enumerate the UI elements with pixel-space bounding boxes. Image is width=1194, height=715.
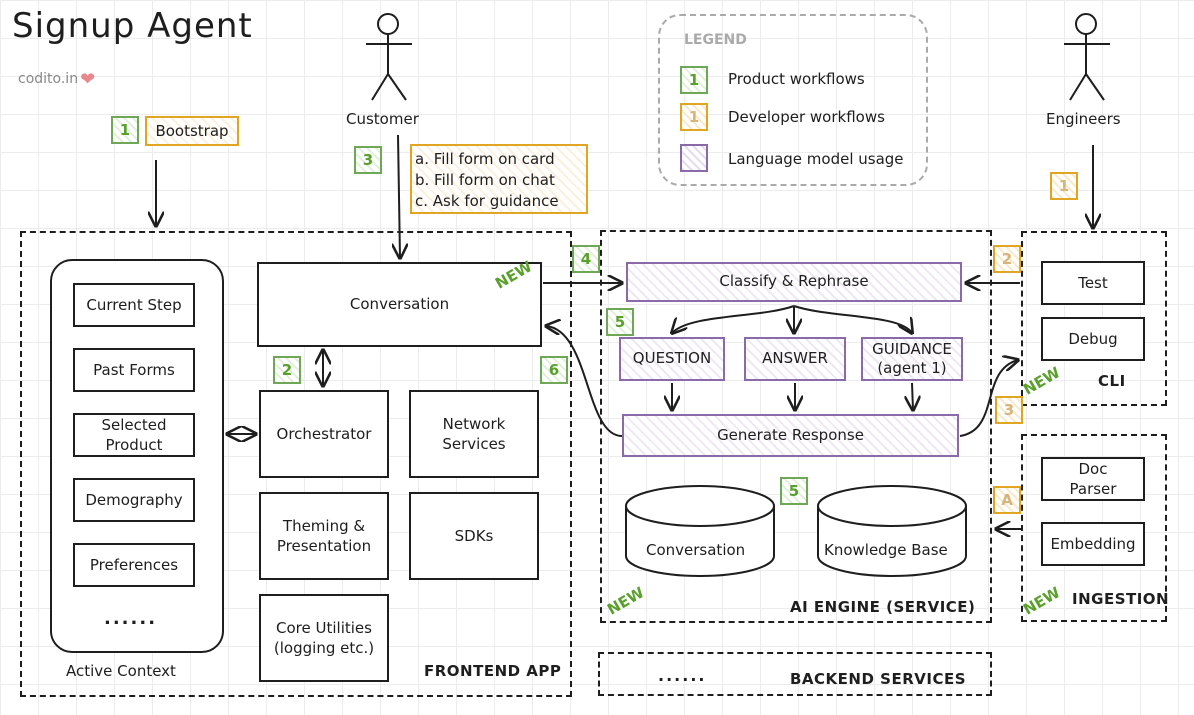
legend-badge-developer: 1 bbox=[680, 103, 708, 131]
response-badge: 6 bbox=[540, 356, 568, 384]
embedding-box: Embedding bbox=[1041, 522, 1145, 566]
customer-actor-icon bbox=[366, 13, 412, 101]
conversation-database-icon bbox=[625, 485, 775, 577]
cli-test-box: Test bbox=[1041, 261, 1145, 305]
backend-services-label: BACKEND SERVICES bbox=[790, 670, 966, 688]
ai-storage-badge: 5 bbox=[780, 477, 808, 505]
action-fill-form-card: a. Fill form on card bbox=[415, 150, 555, 168]
context-item-demography: Demography bbox=[73, 478, 195, 522]
legend-badge-product: 1 bbox=[680, 66, 708, 94]
legend-label-language-model: Language model usage bbox=[728, 150, 904, 168]
frontend-app-label: FRONTEND APP bbox=[424, 662, 562, 680]
ai-classify-badge: 5 bbox=[606, 308, 634, 336]
cli-request-badge: 2 bbox=[993, 245, 1021, 273]
orchestrator-box: Orchestrator bbox=[259, 390, 389, 478]
author-credit: codito.in ❤ bbox=[18, 69, 95, 90]
heart-icon: ❤ bbox=[80, 69, 96, 90]
theming-presentation-box: Theming & Presentation bbox=[259, 492, 389, 580]
guidance-sublabel: (agent 1) bbox=[877, 359, 947, 377]
action-ask-guidance: c. Ask for guidance bbox=[415, 192, 559, 210]
cli-label: CLI bbox=[1098, 372, 1126, 390]
legend-badge-language-model bbox=[680, 144, 708, 172]
network-services-box: Network Services bbox=[409, 390, 539, 478]
engineers-actor-icon bbox=[1064, 13, 1110, 101]
knowledge-base-database-icon bbox=[817, 485, 967, 577]
cli-response-badge: 3 bbox=[995, 396, 1023, 424]
active-context-label: Active Context bbox=[66, 662, 176, 680]
customer-actions-box: a. Fill form on card b. Fill form on cha… bbox=[410, 144, 588, 214]
context-item-past-forms: Past Forms bbox=[73, 348, 195, 392]
classify-rephrase-box: Classify & Rephrase bbox=[626, 262, 962, 302]
guidance-label: GUIDANCE bbox=[872, 339, 952, 358]
legend-title: LEGEND bbox=[684, 32, 747, 48]
diagram-title: Signup Agent bbox=[12, 6, 253, 46]
engineers-badge: 1 bbox=[1050, 172, 1078, 200]
orchestrator-badge: 2 bbox=[273, 356, 301, 384]
context-item-selected-product: Selected Product bbox=[73, 413, 195, 457]
doc-parser-box: Doc Parser bbox=[1041, 457, 1145, 501]
customer-label: Customer bbox=[346, 110, 419, 128]
generate-response-box: Generate Response bbox=[622, 414, 959, 457]
ai-engine-label: AI ENGINE (SERVICE) bbox=[790, 598, 976, 616]
bootstrap-badge: 1 bbox=[111, 116, 139, 144]
answer-box: ANSWER bbox=[744, 337, 846, 381]
legend-label-product: Product workflows bbox=[728, 70, 865, 88]
ai-request-badge: 4 bbox=[572, 245, 600, 273]
context-more-ellipsis: ...... bbox=[104, 608, 158, 629]
core-utilities-box: Core Utilities (logging etc.) bbox=[259, 594, 389, 682]
guidance-box: GUIDANCE (agent 1) bbox=[861, 337, 963, 381]
conversation-database-label: Conversation bbox=[646, 541, 746, 559]
bootstrap-box: Bootstrap bbox=[145, 116, 239, 146]
question-box: QUESTION bbox=[619, 337, 725, 381]
legend: LEGEND 1 Product workflows 1 Developer w… bbox=[658, 14, 928, 186]
knowledge-base-database-label: Knowledge Base bbox=[824, 541, 948, 559]
ingestion-label: INGESTION bbox=[1072, 590, 1170, 608]
action-fill-form-chat: b. Fill form on chat bbox=[415, 171, 555, 189]
sdks-box: SDKs bbox=[409, 492, 539, 580]
context-item-current-step: Current Step bbox=[73, 283, 195, 327]
legend-label-developer: Developer workflows bbox=[728, 108, 885, 126]
cli-debug-box: Debug bbox=[1041, 317, 1145, 361]
context-item-preferences: Preferences bbox=[73, 543, 195, 587]
engineers-label: Engineers bbox=[1046, 110, 1121, 128]
ingestion-badge: A bbox=[993, 486, 1021, 514]
customer-actions-badge: 3 bbox=[354, 146, 382, 174]
author-site: codito.in bbox=[18, 71, 79, 87]
backend-more-ellipsis: ...... bbox=[658, 666, 707, 685]
